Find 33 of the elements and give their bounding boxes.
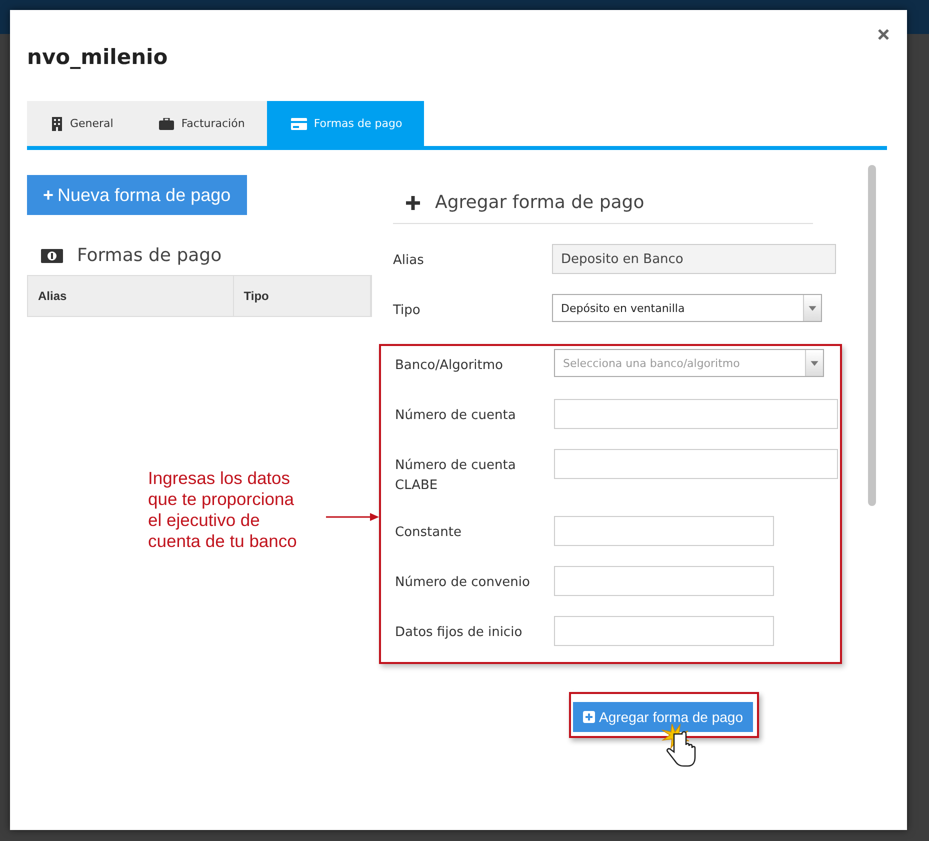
input-field[interactable]: [554, 516, 774, 546]
field-label: Número de cuenta CLABE: [395, 457, 517, 495]
tab[interactable]: General: [27, 101, 136, 146]
plus-icon: [405, 194, 421, 210]
field-label: Número de convenio: [395, 574, 531, 592]
field-label: Alias: [393, 252, 425, 270]
caret-icon: [803, 295, 821, 321]
form-title: Agregar forma de pago: [435, 192, 644, 213]
field-label: Banco/Algoritmo: [395, 357, 504, 375]
select-field[interactable]: Depósito en ventanilla: [552, 294, 822, 322]
field-label: Tipo: [393, 302, 422, 320]
input-field[interactable]: Deposito en Banco: [552, 244, 836, 274]
banknote-icon: [41, 248, 63, 262]
column-header: Tipo: [234, 276, 371, 316]
dialog-title: nvo_milenio: [27, 45, 168, 69]
caret-icon: [805, 350, 823, 376]
card-icon: [290, 118, 307, 130]
input-field[interactable]: [554, 399, 838, 429]
list-title: Formas de pago: [77, 245, 222, 266]
annotation-text: Ingresas los datos que te proporciona el ejecutivo de cuenta de tu banco: [148, 468, 297, 552]
scrollbar[interactable]: [868, 165, 876, 506]
input-field[interactable]: [554, 566, 774, 596]
building-icon: [51, 116, 63, 130]
input-field[interactable]: [554, 616, 774, 646]
plus-square-icon: [583, 711, 595, 723]
field-label: Datos fijos de inicio: [395, 624, 524, 642]
close-icon[interactable]: [877, 28, 890, 41]
briefcase-icon: [159, 118, 174, 130]
input-field[interactable]: [554, 449, 838, 479]
field-label: Número de cuenta: [395, 407, 517, 425]
field-label: Constante: [395, 524, 462, 542]
column-header: Alias: [28, 276, 234, 316]
tab[interactable]: Facturación: [135, 101, 267, 146]
